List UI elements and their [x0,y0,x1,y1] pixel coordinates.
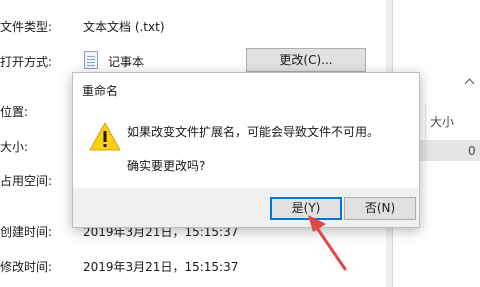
annotation-arrow [308,215,347,271]
